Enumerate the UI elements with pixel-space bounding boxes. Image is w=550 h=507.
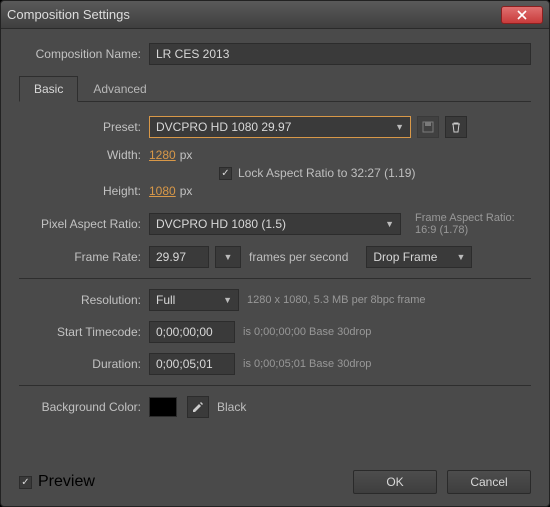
cancel-button[interactable]: Cancel [447,470,531,494]
resolution-value: Full [156,293,175,307]
resolution-label: Resolution: [19,293,149,307]
eyedropper-button[interactable] [187,396,209,418]
preset-select[interactable]: DVCPRO HD 1080 29.97 ▼ [149,116,411,138]
frame-rate-dropdown[interactable]: ▼ [215,246,241,268]
start-timecode-label: Start Timecode: [19,325,149,339]
tab-advanced[interactable]: Advanced [78,76,161,102]
chevron-down-icon: ▼ [223,295,232,305]
delete-preset-button[interactable] [445,116,467,138]
preview-label: Preview [38,473,95,491]
save-preset-icon [422,121,434,133]
preview-checkbox[interactable] [19,476,32,489]
trash-icon [450,121,462,133]
resolution-info: 1280 x 1080, 5.3 MB per 8bpc frame [247,294,426,306]
duration-input[interactable] [149,353,235,375]
frame-rate-input[interactable] [149,246,209,268]
preset-value: DVCPRO HD 1080 29.97 [156,120,291,134]
width-unit: px [180,148,193,162]
close-button[interactable] [501,6,543,24]
height-label: Height: [19,184,149,198]
chevron-down-icon: ▼ [456,252,465,262]
resolution-select[interactable]: Full ▼ [149,289,239,311]
save-preset-button[interactable] [417,116,439,138]
ok-button[interactable]: OK [353,470,437,494]
frame-rate-label: Frame Rate: [19,250,149,264]
width-input[interactable]: 1280 [149,148,176,162]
par-value: DVCPRO HD 1080 (1.5) [156,217,286,231]
close-icon [517,10,527,20]
drop-frame-value: Drop Frame [373,250,437,264]
titlebar[interactable]: Composition Settings [1,1,549,29]
height-unit: px [180,184,193,198]
settings-tabs: Basic Advanced [19,75,531,102]
width-label: Width: [19,148,149,162]
eyedropper-icon [192,401,204,413]
composition-name-label: Composition Name: [19,47,149,61]
frame-aspect-label: Frame Aspect Ratio: [415,212,515,224]
chevron-down-icon: ▼ [224,252,233,262]
divider [19,385,531,386]
tab-basic[interactable]: Basic [19,76,78,102]
pixel-aspect-ratio-select[interactable]: DVCPRO HD 1080 (1.5) ▼ [149,213,401,235]
lock-aspect-checkbox[interactable] [219,167,232,180]
composition-settings-window: Composition Settings Composition Name: B… [0,0,550,507]
duration-info: is 0;00;05;01 Base 30drop [243,358,371,370]
preset-label: Preset: [19,120,149,134]
frame-aspect-value: 16:9 (1.78) [415,224,515,236]
start-timecode-input[interactable] [149,321,235,343]
drop-frame-select[interactable]: Drop Frame ▼ [366,246,472,268]
background-color-name: Black [217,400,246,414]
window-title: Composition Settings [7,7,501,22]
par-label: Pixel Aspect Ratio: [19,217,149,231]
lock-aspect-label: Lock Aspect Ratio to 32:27 (1.19) [238,166,415,180]
duration-label: Duration: [19,357,149,371]
composition-name-input[interactable] [149,43,531,65]
start-timecode-info: is 0;00;00;00 Base 30drop [243,326,371,338]
chevron-down-icon: ▼ [395,122,404,132]
divider [19,278,531,279]
background-color-label: Background Color: [19,400,149,414]
height-input[interactable]: 1080 [149,184,176,198]
background-color-swatch[interactable] [149,397,177,417]
frame-rate-suffix: frames per second [249,250,348,264]
chevron-down-icon: ▼ [385,219,394,229]
